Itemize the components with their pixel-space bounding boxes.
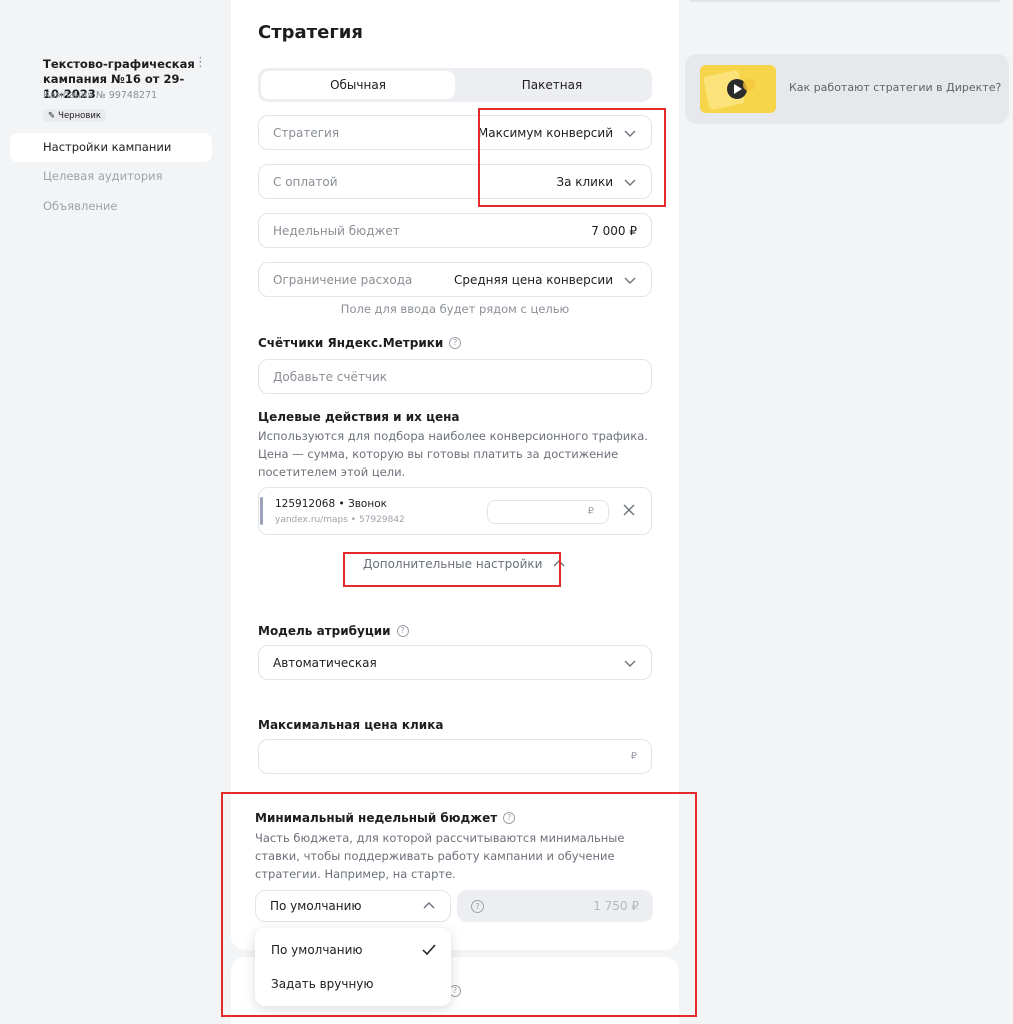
goals-title: Целевые действия и их цена (258, 410, 460, 424)
goals-description: Используются для подбора наиболее конвер… (258, 429, 648, 479)
help-link[interactable]: Как работают стратегии в Директе? (789, 81, 1001, 94)
counter-placeholder: Добавьте счётчик (273, 369, 387, 384)
spend-limit-select[interactable]: Ограничение расхода Средняя цена конверс… (258, 262, 652, 297)
weekly-budget-value: 7 000 ₽ (591, 223, 637, 238)
attribution-title: Модель атрибуции ? (258, 624, 409, 638)
question-icon[interactable]: ? (396, 625, 409, 637)
help-card[interactable]: Как работают стратегии в Директе? (685, 54, 1009, 124)
attribution-title-text: Модель атрибуции (258, 624, 391, 638)
divider (690, 0, 1000, 2)
max-click-price-title: Максимальная цена клика (258, 718, 443, 732)
status-badge-label: Черновик (58, 110, 102, 121)
page-title: Стратегия (258, 22, 363, 43)
status-badge: ✎ Черновик (43, 109, 107, 122)
chevron-down-icon (624, 277, 636, 284)
campaign-number: Кампания № 99748271 (43, 90, 158, 101)
question-icon[interactable]: ? (449, 337, 462, 349)
goals-title-text: Целевые действия и их цена (258, 410, 460, 424)
attribution-select[interactable]: Автоматическая (258, 645, 652, 680)
sidebar-item-audience[interactable]: Целевая аудитория (10, 162, 212, 191)
attribution-value: Автоматическая (273, 655, 377, 670)
sidebar: Текстово-графическая кампания №16 от 29-… (0, 0, 225, 1024)
pencil-icon: ✎ (48, 110, 56, 121)
strategy-type-switch: Обычная Пакетная (258, 68, 652, 102)
counters-title-text: Счётчики Яндекс.Метрики (258, 336, 444, 350)
highlight-box (478, 108, 666, 207)
chevron-down-icon (624, 660, 636, 667)
max-click-price-input[interactable]: ₽ (258, 739, 652, 774)
counters-title: Счётчики Яндекс.Метрики ? (258, 336, 462, 350)
spend-limit-value: Средняя цена конверсии (453, 272, 613, 287)
sidebar-item-ad[interactable]: Объявление (10, 192, 212, 221)
goal-name: 125912068 • Звонок (275, 498, 387, 510)
tab-package[interactable]: Пакетная (455, 71, 649, 99)
kebab-icon[interactable]: ⋮ (194, 56, 207, 69)
weekly-budget-field[interactable]: Недельный бюджет 7 000 ₽ (258, 213, 652, 248)
highlight-box (221, 792, 697, 1017)
counter-input[interactable]: Добавьте счётчик (258, 359, 652, 394)
spend-limit-hint: Поле для ввода будет рядом с целью (340, 302, 570, 316)
max-click-price-currency: ₽ (630, 751, 637, 762)
sidebar-item-settings[interactable]: Настройки кампании (10, 133, 212, 162)
goal-row: 125912068 • Звонок yandex.ru/maps • 5792… (258, 487, 652, 535)
goal-price-input[interactable]: ₽ (487, 500, 609, 524)
video-thumbnail[interactable] (700, 65, 776, 113)
goal-source: yandex.ru/maps • 57929842 (275, 515, 405, 525)
close-icon[interactable] (621, 502, 637, 518)
weekly-budget-label: Недельный бюджет (273, 223, 400, 238)
tab-regular[interactable]: Обычная (261, 71, 455, 99)
max-click-price-title-text: Максимальная цена клика (258, 718, 444, 732)
highlight-box (343, 552, 561, 587)
spend-limit-label: Ограничение расхода (273, 272, 413, 287)
strategy-label: Стратегия (273, 125, 340, 140)
goal-marker (260, 497, 263, 525)
play-icon (700, 65, 776, 113)
